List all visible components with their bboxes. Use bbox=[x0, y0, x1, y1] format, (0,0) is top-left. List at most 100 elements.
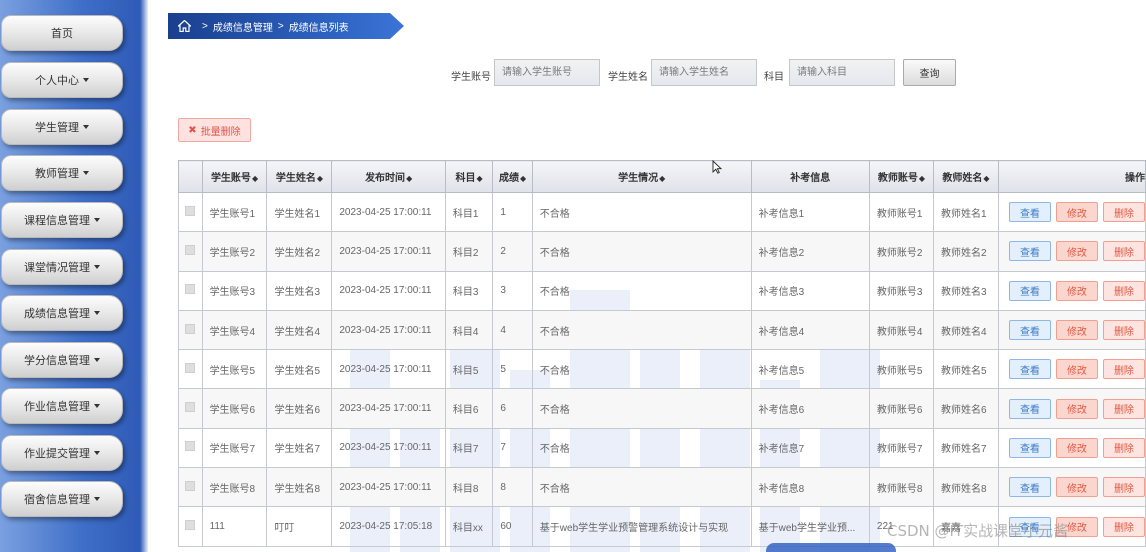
select-all-checkbox[interactable] bbox=[178, 160, 203, 193]
sort-icon[interactable]: ◆ bbox=[983, 174, 989, 183]
student-name-input[interactable] bbox=[651, 59, 757, 86]
table-cell: 补考信息7 bbox=[750, 427, 870, 469]
row-actions: 查看 修改 删除 bbox=[997, 231, 1146, 272]
table-cell: 教师姓名3 bbox=[933, 270, 999, 311]
column-header[interactable]: 发布时间◆ bbox=[331, 160, 446, 193]
column-header: 操作 bbox=[997, 160, 1146, 193]
search-button[interactable]: 查询 bbox=[903, 59, 956, 86]
column-header: 补考信息 bbox=[750, 160, 870, 193]
row-checkbox[interactable] bbox=[185, 323, 196, 334]
column-header[interactable]: 科目◆ bbox=[444, 160, 494, 193]
sidebar-item[interactable]: 课程信息管理 bbox=[1, 202, 123, 238]
sidebar-item[interactable]: 首页 bbox=[1, 15, 123, 51]
edit-button[interactable]: 修改 bbox=[1055, 320, 1098, 341]
table-cell: 教师姓名5 bbox=[933, 349, 999, 390]
row-checkbox[interactable] bbox=[185, 520, 196, 531]
row-checkbox[interactable] bbox=[185, 441, 196, 452]
delete-button[interactable]: 删除 bbox=[1102, 241, 1145, 262]
table-cell: 教师账号3 bbox=[868, 270, 935, 311]
sort-icon[interactable]: ◆ bbox=[477, 174, 483, 183]
table-row: 学生账号4 学生姓名4 2023-04-25 17:00:11 科目4 4 不合格 补考信息… bbox=[178, 309, 1146, 351]
sort-icon[interactable]: ◆ bbox=[406, 174, 412, 183]
student-account-label: 学生账号 bbox=[451, 72, 491, 83]
table-cell: 学生账号3 bbox=[201, 270, 268, 311]
table-cell: 补考信息2 bbox=[750, 231, 870, 272]
delete-button[interactable]: 删除 bbox=[1102, 477, 1145, 498]
delete-button[interactable]: 删除 bbox=[1102, 437, 1145, 458]
breadcrumb-separator: > bbox=[202, 20, 208, 32]
row-checkbox[interactable] bbox=[185, 480, 196, 491]
sidebar-item[interactable]: 个人中心 bbox=[1, 62, 123, 98]
sort-icon[interactable]: ◆ bbox=[520, 174, 526, 183]
edit-button[interactable]: 修改 bbox=[1055, 359, 1098, 380]
table-cell: 不合格 bbox=[531, 388, 752, 429]
column-header[interactable]: 成绩◆ bbox=[492, 160, 533, 193]
column-header[interactable]: 教师账号◆ bbox=[868, 160, 935, 193]
edit-button[interactable]: 修改 bbox=[1055, 280, 1098, 301]
delete-button[interactable]: 删除 bbox=[1102, 320, 1145, 341]
breadcrumb: > 成绩信息管理 > 成绩信息列表 bbox=[168, 13, 404, 39]
sort-icon[interactable]: ◆ bbox=[919, 174, 925, 183]
row-checkbox[interactable] bbox=[185, 284, 196, 295]
sidebar-item[interactable]: 成绩信息管理 bbox=[1, 295, 123, 331]
table-cell: 2023-04-25 17:05:18 bbox=[331, 506, 446, 547]
column-header-label: 学生情况 bbox=[618, 173, 659, 184]
view-button[interactable]: 查看 bbox=[1008, 320, 1051, 341]
view-button[interactable]: 查看 bbox=[1008, 359, 1051, 380]
view-button[interactable]: 查看 bbox=[1008, 398, 1051, 419]
delete-button[interactable]: 删除 bbox=[1102, 359, 1145, 380]
sort-icon[interactable]: ◆ bbox=[659, 174, 665, 183]
delete-button[interactable]: 删除 bbox=[1102, 398, 1145, 419]
view-button[interactable]: 查看 bbox=[1008, 280, 1051, 301]
table-cell: 科目3 bbox=[444, 270, 494, 311]
column-header[interactable]: 学生账号◆ bbox=[201, 160, 268, 193]
view-button[interactable]: 查看 bbox=[1008, 202, 1051, 223]
edit-button[interactable]: 修改 bbox=[1055, 398, 1098, 419]
row-actions: 查看 修改 删除 bbox=[997, 349, 1146, 390]
student-account-input[interactable] bbox=[494, 59, 600, 86]
column-header-label: 科目 bbox=[455, 173, 476, 184]
table-row: 学生账号5 学生姓名5 2023-04-25 17:00:11 科目5 5 不合格 补考信息… bbox=[178, 349, 1146, 390]
table-cell: 基于web学生学业预警管理系统设计与实现 bbox=[531, 506, 752, 547]
sidebar-item[interactable]: 教师管理 bbox=[1, 155, 123, 191]
table-cell: 7 bbox=[492, 427, 533, 469]
table-cell: 2023-04-25 17:00:11 bbox=[331, 388, 446, 429]
column-header[interactable]: 教师姓名◆ bbox=[933, 160, 999, 193]
sidebar-item[interactable]: 作业提交管理 bbox=[1, 435, 123, 471]
sidebar-item[interactable]: 宿舍信息管理 bbox=[1, 481, 123, 517]
column-header[interactable]: 学生姓名◆ bbox=[266, 160, 333, 193]
delete-button[interactable]: 删除 bbox=[1102, 516, 1145, 537]
edit-button[interactable]: 修改 bbox=[1055, 202, 1098, 223]
sidebar-item[interactable]: 课堂情况管理 bbox=[1, 249, 123, 285]
sidebar-item[interactable]: 学生管理 bbox=[1, 109, 123, 145]
table-cell: 不合格 bbox=[531, 467, 752, 508]
sidebar-item[interactable]: 作业信息管理 bbox=[1, 388, 123, 424]
table-cell: 教师账号6 bbox=[868, 388, 935, 429]
row-checkbox[interactable] bbox=[185, 402, 196, 413]
row-checkbox[interactable] bbox=[185, 205, 196, 216]
edit-button[interactable]: 修改 bbox=[1055, 437, 1098, 458]
breadcrumb-level1[interactable]: 成绩信息管理 bbox=[213, 19, 273, 34]
table-cell: 教师账号4 bbox=[868, 309, 935, 351]
home-icon[interactable] bbox=[178, 20, 191, 32]
edit-button[interactable]: 修改 bbox=[1055, 241, 1098, 262]
sidebar-item[interactable]: 学分信息管理 bbox=[1, 342, 123, 378]
batch-delete-button[interactable]: ✖ 批量删除 bbox=[178, 118, 251, 142]
view-button[interactable]: 查看 bbox=[1008, 241, 1051, 262]
table-cell: 补考信息1 bbox=[750, 191, 870, 233]
edit-button[interactable]: 修改 bbox=[1055, 477, 1098, 498]
table-cell: 4 bbox=[492, 309, 533, 351]
view-button[interactable]: 查看 bbox=[1008, 477, 1051, 498]
row-checkbox-cell bbox=[178, 388, 203, 429]
row-checkbox[interactable] bbox=[185, 362, 196, 373]
sort-icon[interactable]: ◆ bbox=[317, 174, 323, 183]
row-checkbox[interactable] bbox=[185, 244, 196, 255]
delete-button[interactable]: 删除 bbox=[1102, 202, 1145, 223]
table-cell: 学生账号5 bbox=[201, 349, 268, 390]
table-cell: 2023-04-25 17:00:11 bbox=[331, 309, 446, 351]
sort-icon[interactable]: ◆ bbox=[252, 174, 258, 183]
delete-button[interactable]: 删除 bbox=[1102, 280, 1145, 301]
view-button[interactable]: 查看 bbox=[1008, 437, 1051, 458]
subject-input[interactable] bbox=[789, 59, 895, 86]
sidebar-item-label: 课堂情况管理 bbox=[24, 262, 90, 274]
